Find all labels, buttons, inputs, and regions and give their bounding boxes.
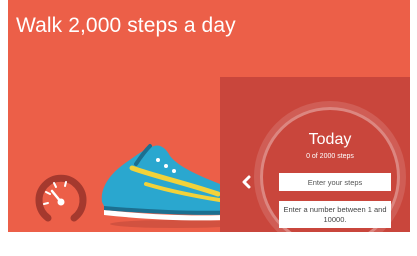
tracker-heading: Today <box>308 131 352 148</box>
step-tracker-panel: Today 0 of 2000 steps Enter a number bet… <box>220 77 410 232</box>
speedometer-icon <box>35 174 87 222</box>
walking-goal-card: Walk 2,000 steps a day Today 0 of 2000 s… <box>8 0 410 232</box>
steps-input[interactable] <box>279 173 391 191</box>
validation-message: Enter a number between 1 and 10000. <box>279 201 391 228</box>
chevron-left-icon <box>242 175 251 189</box>
previous-day-button[interactable] <box>239 172 253 192</box>
page-title: Walk 2,000 steps a day <box>16 14 236 37</box>
step-progress-text: 0 of 2000 steps <box>306 153 354 160</box>
